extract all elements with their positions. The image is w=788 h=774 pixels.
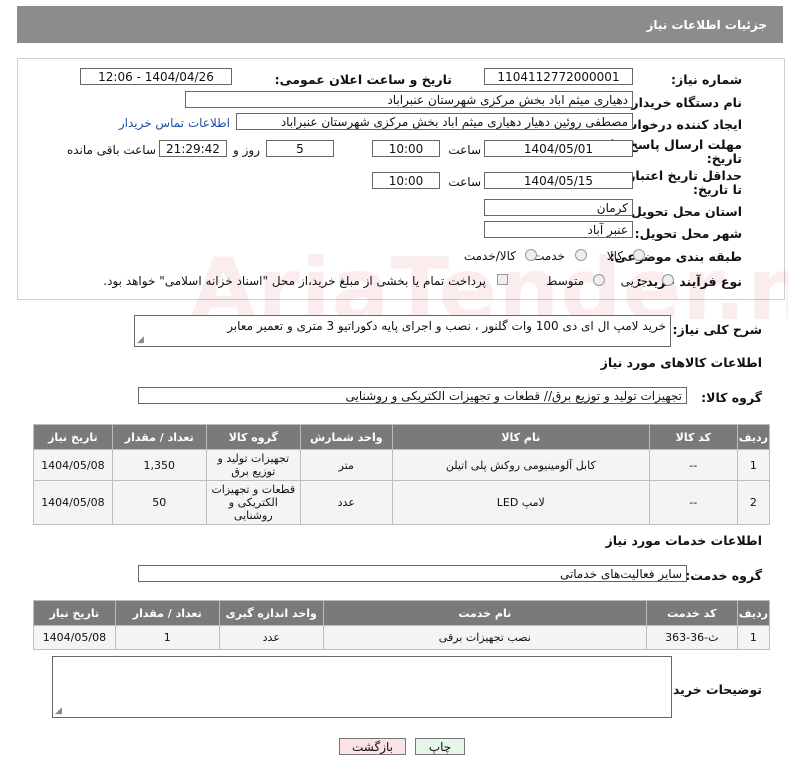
resize-handle-icon[interactable]: ◢	[137, 335, 144, 345]
deadline-time-label: ساعت	[448, 143, 481, 157]
cell-unit: متر	[299, 449, 393, 481]
col-service-code: کد خدمت	[645, 600, 738, 626]
days-label: روز و	[233, 143, 260, 157]
col-quantity: تعداد / مقدار	[111, 424, 207, 450]
treasury-payment-checkbox[interactable]	[497, 274, 508, 285]
need-number-label: شماره نیاز:	[671, 72, 742, 87]
cell-unit: عدد	[299, 480, 393, 525]
table-row: 2 -- لامپ LED عدد قطعات و تجهیزات الکتری…	[33, 480, 771, 525]
cell-row: 1	[736, 449, 771, 481]
cell-measure-unit: عدد	[218, 625, 324, 650]
buyer-notes-textarea: ◢	[52, 656, 672, 718]
print-button[interactable]: چاپ	[415, 738, 465, 755]
cell-goods-name: کابل آلومینیومی روکش پلی اتیلن	[391, 449, 650, 481]
days-remaining-field: 5	[266, 140, 334, 157]
col-need-date: تاریخ نیاز	[33, 600, 116, 626]
services-group-field: سایر فعالیت‌های خدماتی	[138, 565, 687, 582]
purchase-medium-radio[interactable]	[593, 274, 605, 286]
buyer-org-label: نام دستگاه خریدار:	[626, 95, 742, 110]
price-valid-time-label: ساعت	[448, 175, 481, 189]
deadline-time-field: 10:00	[372, 140, 440, 157]
buyer-notes-label: توضیحات خریدار:	[656, 682, 762, 697]
deadline-date-field: 1404/05/01	[484, 140, 633, 157]
col-row: ردیف	[736, 424, 771, 450]
description-textarea: خرید لامپ ال ای دی 100 وات گلنور ، نصب و…	[134, 315, 671, 347]
announce-label: تاریخ و ساعت اعلان عمومی:	[274, 72, 452, 87]
cell-quantity: 1,350	[111, 449, 207, 481]
need-number-field: 1104112772000001	[484, 68, 633, 85]
price-valid-label-2: تا تاریخ:	[692, 182, 742, 197]
category-goods-service-label: کالا/خدمت	[463, 249, 516, 263]
page-header: جزئیات اطلاعات نیاز	[17, 6, 783, 43]
cell-goods-code: --	[648, 480, 738, 525]
col-goods-code: کد کالا	[648, 424, 738, 450]
category-service-radio[interactable]	[575, 249, 587, 261]
col-measure-unit: واحد اندازه گیری	[218, 600, 324, 626]
city-field: عنبر آباد	[484, 221, 633, 238]
col-service-name: نام خدمت	[322, 600, 647, 626]
category-service-label: خدمت	[533, 249, 565, 263]
back-button[interactable]: بازگشت	[339, 738, 406, 755]
price-valid-time-field: 10:00	[372, 172, 440, 189]
col-goods-group: گروه کالا	[205, 424, 301, 450]
cell-need-date: 1404/05/08	[33, 480, 113, 525]
table-row: 1 -- کابل آلومینیومی روکش پلی اتیلن متر …	[33, 449, 771, 481]
cell-row: 1	[736, 625, 771, 650]
services-group-label: گروه خدمت:	[685, 568, 762, 583]
cell-goods-name: لامپ LED	[391, 480, 650, 525]
services-table-header: ردیف کد خدمت نام خدمت واحد اندازه گیری ت…	[33, 600, 771, 626]
table-row: 1 ث-36-363 نصب تجهیزات برقی عدد 1 1404/0…	[33, 625, 771, 650]
purchase-minor-radio[interactable]	[662, 274, 674, 286]
cell-need-date: 1404/05/08	[33, 625, 116, 650]
cell-need-date: 1404/05/08	[33, 449, 113, 481]
services-section-title: اطلاعات خدمات مورد نیاز	[605, 533, 763, 548]
cell-quantity: 1	[114, 625, 220, 650]
category-goods-service-radio[interactable]	[525, 249, 537, 261]
remaining-time-field: 21:29:42	[159, 140, 227, 157]
purchase-minor-label: جزیی	[620, 274, 648, 288]
category-label: طبقه بندی موضوعی:	[609, 249, 742, 264]
creator-field: مصطفی روئین دهیار دهیاری میثم اباد بخش م…	[236, 113, 633, 130]
goods-group-field: تجهیزات تولید و توزیع برق// قطعات و تجهی…	[138, 387, 687, 404]
purchase-medium-label: متوسط	[546, 274, 584, 288]
cell-goods-group: تجهیزات تولید و توزیع برق	[205, 449, 301, 481]
cell-service-code: ث-36-363	[645, 625, 738, 650]
cell-service-name: نصب تجهیزات برقی	[322, 625, 647, 650]
category-goods-label: کالا	[606, 249, 623, 263]
category-goods-radio[interactable]	[633, 249, 645, 261]
goods-group-label: گروه کالا:	[701, 390, 762, 405]
cell-goods-code: --	[648, 449, 738, 481]
deadline-label-2: تاریخ:	[706, 151, 742, 166]
goods-table-header: ردیف کد کالا نام کالا واحد شمارش گروه کا…	[33, 424, 771, 450]
col-unit: واحد شمارش	[299, 424, 393, 450]
buyer-org-field: دهیاری میثم اباد بخش مرکزی شهرستان عنبرا…	[185, 91, 633, 108]
cell-quantity: 50	[111, 480, 207, 525]
col-row: ردیف	[736, 600, 771, 626]
city-label: شهر محل تحویل:	[634, 226, 742, 241]
col-quantity: تعداد / مقدار	[114, 600, 220, 626]
goods-table: ردیف کد کالا نام کالا واحد شمارش گروه کا…	[33, 424, 771, 525]
cell-row: 2	[736, 480, 771, 525]
announce-datetime-field: 1404/04/26 - 12:06	[80, 68, 232, 85]
page-title: جزئیات اطلاعات نیاز	[646, 18, 767, 32]
goods-section-title: اطلاعات کالاهای مورد نیاز	[600, 355, 762, 370]
description-text: خرید لامپ ال ای دی 100 وات گلنور ، نصب و…	[227, 319, 666, 333]
price-valid-date-field: 1404/05/15	[484, 172, 633, 189]
purchase-type-label: نوع فرآیند خرید :	[636, 274, 742, 289]
buyer-contact-link[interactable]: اطلاعات تماس خریدار	[119, 116, 230, 130]
resize-handle-icon[interactable]: ◢	[55, 706, 62, 716]
col-goods-name: نام کالا	[391, 424, 650, 450]
description-label: شرح کلی نیاز:	[672, 322, 762, 337]
province-field: کرمان	[484, 199, 633, 216]
services-table: ردیف کد خدمت نام خدمت واحد اندازه گیری ت…	[33, 600, 771, 650]
treasury-payment-note: پرداخت تمام یا بخشی از مبلغ خرید،از محل …	[103, 274, 486, 288]
cell-goods-group: قطعات و تجهیزات الکتریکی و روشنایی	[205, 480, 301, 525]
province-label: استان محل تحویل:	[625, 204, 742, 219]
col-need-date: تاریخ نیاز	[33, 424, 113, 450]
remaining-label: ساعت باقی مانده	[66, 143, 156, 157]
